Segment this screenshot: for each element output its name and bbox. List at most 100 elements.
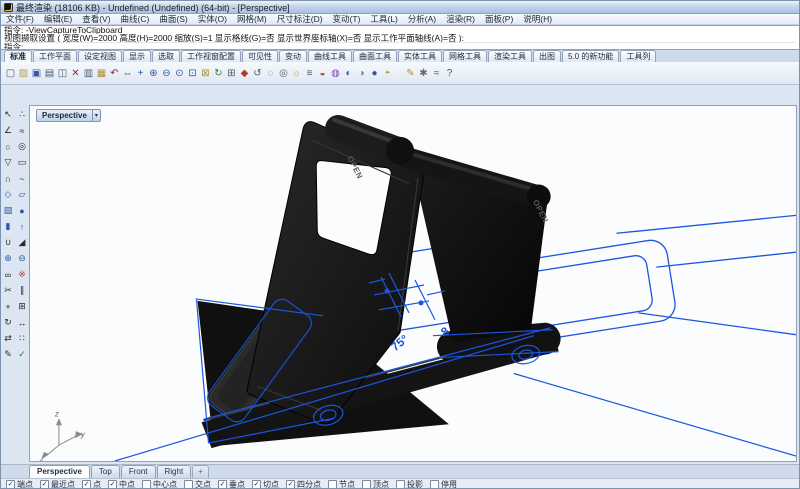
menu-mesh[interactable]: 网格(M) (232, 13, 272, 25)
delete-icon[interactable]: ✕ (69, 65, 82, 82)
rectangle-tool[interactable]: ▭ (16, 155, 29, 170)
export-icon[interactable]: ◫ (56, 65, 69, 82)
move-view-icon[interactable]: + (134, 65, 147, 82)
osnap-quadrant[interactable]: 四分点 (286, 479, 321, 489)
checkbox-icon[interactable] (430, 480, 439, 489)
show-object-icon[interactable]: ◎ (277, 65, 290, 82)
point-tool[interactable]: ∴ (16, 107, 29, 122)
boolean-difference-tool[interactable]: ⊖ (16, 251, 29, 266)
tab-viewport-layout[interactable]: 工作视窗配置 (181, 50, 241, 62)
copy-icon[interactable]: ▥ (82, 65, 95, 82)
checkbox-icon[interactable] (362, 480, 371, 489)
array-tool[interactable]: ∷ (16, 331, 29, 346)
ghosted-view-icon[interactable]: ◑ (355, 65, 368, 82)
menu-view[interactable]: 查看(V) (77, 13, 115, 25)
osnap-point[interactable]: 点 (82, 479, 101, 489)
dimension-tool[interactable]: ✎ (2, 347, 15, 362)
copy-tool[interactable]: ⊞ (16, 299, 29, 314)
move-tool[interactable]: + (2, 299, 15, 314)
checkbox-icon[interactable] (252, 480, 261, 489)
menu-edit[interactable]: 编辑(E) (39, 13, 77, 25)
undo-view-icon[interactable]: ↺ (251, 65, 264, 82)
check-tool[interactable]: ✓ (16, 347, 29, 362)
fillet-tool[interactable]: ∪ (2, 235, 15, 250)
tab-curve-tools[interactable]: 曲线工具 (308, 50, 352, 62)
mirror-tool[interactable]: ⇄ (2, 331, 15, 346)
viewport-title[interactable]: Perspective (36, 109, 93, 122)
scale-tool[interactable]: ↔ (16, 315, 29, 330)
checkbox-icon[interactable] (40, 480, 49, 489)
lamp-icon[interactable]: ☼ (290, 65, 303, 82)
tab-mesh-tools[interactable]: 网格工具 (443, 50, 487, 62)
notes-icon[interactable]: ✎ (404, 65, 417, 82)
osnap-perpendicular[interactable]: 垂点 (218, 479, 245, 489)
layer-icon[interactable]: ≡ (303, 65, 316, 82)
checkbox-icon[interactable] (82, 480, 91, 489)
save-icon[interactable]: ▣ (30, 65, 43, 82)
zoom-dynamic-icon[interactable]: ⊙ (173, 65, 186, 82)
boolean-union-tool[interactable]: ⊕ (2, 251, 15, 266)
arc-tool[interactable]: ∩ (2, 171, 15, 186)
checkbox-icon[interactable] (184, 480, 193, 489)
tab-cplanes[interactable]: 工作平面 (33, 50, 77, 62)
osnap-knot[interactable]: 节点 (328, 479, 355, 489)
perspective-viewport[interactable]: Perspective ▾ (29, 105, 797, 462)
osnap-tangent[interactable]: 切点 (252, 479, 279, 489)
polygon-tool[interactable]: ▽ (2, 155, 15, 170)
viewport-layout-icon[interactable]: ⊞ (225, 65, 238, 82)
menu-tools[interactable]: 工具(L) (365, 13, 402, 25)
chamfer-tool[interactable]: ◢ (16, 235, 29, 250)
menu-transform[interactable]: 变动(T) (328, 13, 366, 25)
viewport-tab-perspective[interactable]: Perspective (29, 465, 90, 478)
osnap-near[interactable]: 最近点 (40, 479, 75, 489)
tab-visibility[interactable]: 可见性 (242, 50, 278, 62)
menu-solid[interactable]: 实体(O) (193, 13, 232, 25)
menu-dimension[interactable]: 尺寸标注(D) (272, 13, 328, 25)
osnap-intersection[interactable]: 交点 (184, 479, 211, 489)
undo-icon[interactable]: ↶ (108, 65, 121, 82)
menu-surface[interactable]: 曲面(S) (154, 13, 192, 25)
plane-tool[interactable]: ▱ (16, 187, 29, 202)
menu-panels[interactable]: 面板(P) (480, 13, 518, 25)
named-view-icon[interactable]: ◆ (238, 65, 251, 82)
menu-help[interactable]: 说明(H) (518, 13, 557, 25)
viewport-tab-top[interactable]: Top (91, 465, 120, 478)
menu-curve[interactable]: 曲线(C) (116, 13, 155, 25)
viewport-tab-front[interactable]: Front (121, 465, 156, 478)
help-icon[interactable]: ? (443, 65, 456, 82)
box-tool[interactable]: ▧ (2, 203, 15, 218)
tab-standard[interactable]: 标准 (4, 50, 32, 62)
render-sphere-icon[interactable]: ● (368, 65, 381, 82)
checkbox-icon[interactable] (6, 480, 15, 489)
viewport-menu-arrow-icon[interactable]: ▾ (93, 109, 101, 122)
menu-analyze[interactable]: 分析(A) (403, 13, 441, 25)
viewport-title-tab[interactable]: Perspective ▾ (36, 109, 101, 122)
viewport-tab-right[interactable]: Right (157, 465, 192, 478)
polyline-tool[interactable]: ∠ (2, 123, 15, 138)
osnap-vertex[interactable]: 顶点 (362, 479, 389, 489)
osnap-center[interactable]: 中心点 (142, 479, 177, 489)
print-icon[interactable]: ▤ (43, 65, 56, 82)
tab-drafting[interactable]: 出图 (533, 50, 561, 62)
options-icon[interactable]: ✱ (417, 65, 430, 82)
explode-tool[interactable]: ※ (16, 267, 29, 282)
checkbox-icon[interactable] (328, 480, 337, 489)
extrude-tool[interactable]: ↑ (16, 219, 29, 234)
new-viewport-tab-button[interactable]: + (192, 465, 209, 478)
tab-display[interactable]: 显示 (123, 50, 151, 62)
command-prompt[interactable]: 指令: (4, 42, 796, 50)
viewport-canvas[interactable]: OPEN OPEN (30, 106, 796, 461)
checkbox-icon[interactable] (396, 480, 405, 489)
spotlight-icon[interactable]: ◓ (381, 65, 394, 82)
paste-icon[interactable]: ▦ (95, 65, 108, 82)
select-tool[interactable]: ↖ (2, 107, 15, 122)
color-wheel-icon[interactable]: ◍ (329, 65, 342, 82)
tab-solid-tools[interactable]: 实体工具 (398, 50, 442, 62)
tab-toolbars[interactable]: 工具列 (620, 50, 656, 62)
freeform-tool[interactable]: ~ (16, 171, 29, 186)
osnap-mid[interactable]: 中点 (108, 479, 135, 489)
sphere-tool[interactable]: ● (16, 203, 29, 218)
surface-tool[interactable]: ◇ (2, 187, 15, 202)
join-tool[interactable]: ∞ (2, 267, 15, 282)
hide-object-icon[interactable]: ◌ (264, 65, 277, 82)
